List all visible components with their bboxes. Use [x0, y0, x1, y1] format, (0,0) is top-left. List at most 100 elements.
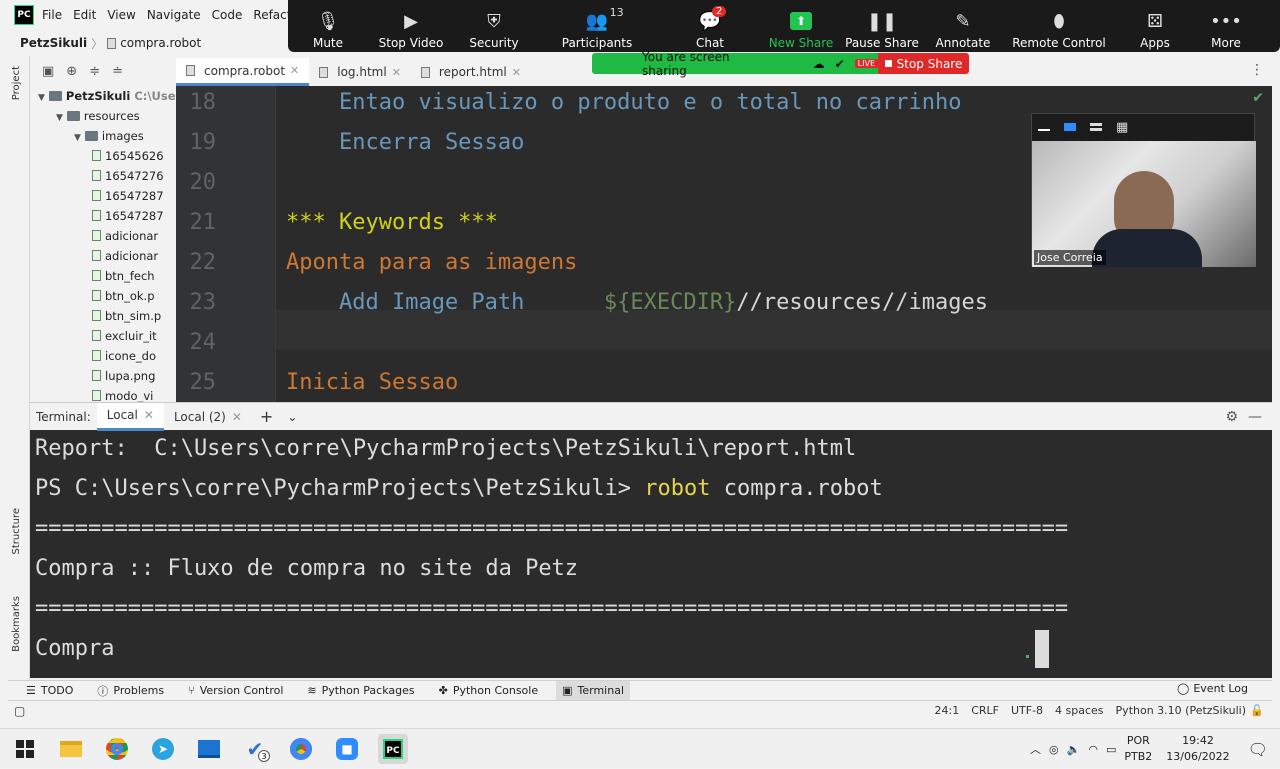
tree-file[interactable]: btn_sim.p: [30, 306, 176, 326]
tool-window-problems[interactable]: ⓘ Problems: [91, 681, 170, 701]
zoom-pause-share-button[interactable]: ❚❚ Pause Share: [842, 2, 922, 50]
tree-file[interactable]: excluir_it: [30, 326, 176, 346]
clock[interactable]: 19:42 13/06/2022: [1166, 733, 1229, 765]
tree-file[interactable]: adicionar: [30, 226, 176, 246]
tree-file[interactable]: 16547276: [30, 166, 176, 186]
status-indent[interactable]: 4 spaces: [1055, 704, 1104, 717]
participant-video[interactable]: ▦ Jose Correia: [1031, 113, 1256, 267]
status-line-separator[interactable]: CRLF: [971, 704, 999, 717]
structure-tool-tab[interactable]: Structure: [11, 508, 22, 555]
chevron-down-icon[interactable]: ▼: [56, 113, 63, 123]
tree-file[interactable]: adicionar: [30, 246, 176, 266]
chrome-profile-icon[interactable]: [286, 734, 316, 764]
menu-file[interactable]: File: [42, 8, 62, 22]
bookmarks-tool-tab[interactable]: Bookmarks: [11, 596, 22, 652]
zoom-more-button[interactable]: ••• More: [1196, 2, 1256, 50]
menu-edit[interactable]: Edit: [73, 8, 96, 22]
layout-icon[interactable]: ▢: [14, 704, 25, 718]
minimize-icon[interactable]: —: [1248, 409, 1262, 425]
tool-window-python-console[interactable]: ✤ Python Console: [433, 681, 545, 701]
status-encoding[interactable]: UTF-8: [1011, 704, 1043, 717]
windows-start-icon[interactable]: [10, 734, 40, 764]
tree-file[interactable]: btn_fech: [30, 266, 176, 286]
code-line: Aponta para as imagens: [286, 250, 577, 275]
expand-all-icon[interactable]: ≑: [89, 64, 100, 79]
battery-icon[interactable]: ▭: [1106, 743, 1116, 756]
file-explorer-icon[interactable]: [56, 734, 86, 764]
speaker-view-icon[interactable]: [1064, 123, 1076, 131]
telegram-icon[interactable]: ➤: [148, 734, 178, 764]
close-icon[interactable]: ✕: [290, 64, 299, 77]
status-position[interactable]: 24:1: [934, 704, 959, 717]
minimize-video-icon[interactable]: [1038, 129, 1050, 131]
event-log[interactable]: ◯ Event Log: [1177, 682, 1248, 695]
wifi-icon[interactable]: ◠: [1088, 743, 1098, 756]
more-vertical-icon[interactable]: ⋮: [1250, 62, 1264, 78]
breadcrumb-file[interactable]: compra.robot: [120, 36, 201, 50]
terminal-tab-local-2[interactable]: Local (2) ✕: [164, 403, 252, 431]
tool-window-version-control[interactable]: ⑂ Version Control: [182, 681, 289, 701]
project-tool-tab[interactable]: Project: [11, 66, 22, 100]
zoom-stop-video-button[interactable]: ▶ Stop Video: [368, 2, 454, 50]
chevron-down-icon[interactable]: ▼: [38, 93, 45, 103]
close-icon[interactable]: ✕: [392, 66, 401, 79]
zoom-mute-button[interactable]: 🎙 Mute: [288, 2, 368, 50]
tool-window-terminal[interactable]: ▣ Terminal: [556, 680, 631, 701]
zoom-new-share-button[interactable]: ⬆ New Share: [760, 2, 842, 50]
editor-tab[interactable]: log.html ✕: [309, 58, 411, 86]
tree-file[interactable]: 16547287: [30, 206, 176, 226]
zoom-apps-button[interactable]: ⚄ Apps: [1114, 2, 1196, 50]
strip-view-icon[interactable]: [1090, 123, 1102, 131]
remote-desktop-icon[interactable]: [194, 734, 224, 764]
speaker-icon[interactable]: 🔈: [1067, 743, 1081, 756]
terminal-tab-local[interactable]: Local ✕: [96, 402, 164, 431]
add-terminal-icon[interactable]: +: [260, 407, 273, 426]
tool-window-python-packages[interactable]: ≋ Python Packages: [301, 681, 420, 701]
project-view-icon[interactable]: ▣: [42, 64, 54, 79]
zoom-remote-control-button[interactable]: ⬮ Remote Control: [1004, 2, 1114, 50]
pycharm-taskbar-icon[interactable]: PC: [378, 733, 408, 764]
language-indicator[interactable]: POR PTB2: [1124, 733, 1152, 765]
zoom-annotate-button[interactable]: ✎ Annotate: [922, 2, 1004, 50]
tree-file[interactable]: lupa.png: [30, 366, 176, 386]
tree-file[interactable]: icone_do: [30, 346, 176, 366]
breadcrumb-project[interactable]: PetzSikuli: [20, 36, 87, 50]
menu-navigate[interactable]: Navigate: [147, 8, 201, 22]
close-icon[interactable]: ✕: [232, 410, 242, 424]
zoom-participants-button[interactable]: 👥 13 Participants: [534, 2, 660, 50]
close-icon[interactable]: ✕: [144, 408, 154, 422]
meet-now-icon[interactable]: ◎: [1049, 743, 1059, 756]
zoom-chat-button[interactable]: 💬 2 Chat: [660, 2, 760, 50]
live-badge[interactable]: LIVE: [854, 59, 878, 68]
tree-folder[interactable]: ▼ PetzSikuli C:\Users: [30, 86, 176, 106]
lock-icon[interactable]: 🔓: [1250, 704, 1264, 717]
tree-file[interactable]: 16547287: [30, 186, 176, 206]
notification-icon[interactable]: 🗨: [1248, 740, 1268, 759]
gear-icon[interactable]: ⚙: [1225, 409, 1238, 425]
stop-share-button[interactable]: Stop Share: [878, 53, 969, 74]
grid-view-icon[interactable]: ▦: [1116, 120, 1128, 135]
status-interpreter[interactable]: Python 3.10 (PetzSikuli): [1116, 704, 1246, 717]
collapse-all-icon[interactable]: ≐: [112, 64, 123, 79]
chevron-down-icon[interactable]: ▼: [74, 133, 81, 143]
tree-file[interactable]: btn_ok.p: [30, 286, 176, 306]
locate-icon[interactable]: ⊕: [66, 64, 77, 79]
menu-view[interactable]: View: [107, 8, 135, 22]
tool-window-todo[interactable]: ☰ TODO: [20, 681, 79, 701]
chrome-icon[interactable]: [102, 734, 132, 764]
tree-file[interactable]: modo_vi: [30, 386, 176, 402]
editor-tab[interactable]: compra.robot ✕: [176, 58, 310, 86]
zoom-security-button[interactable]: ⛨ Security: [454, 2, 534, 50]
todo-icon[interactable]: ✔ 3: [240, 734, 270, 764]
chevron-down-icon[interactable]: ⌄: [287, 410, 297, 424]
close-icon[interactable]: ✕: [512, 66, 521, 79]
tree-file[interactable]: 16545626: [30, 146, 176, 166]
tree-folder[interactable]: ▼ images: [30, 126, 176, 146]
chevron-up-icon[interactable]: ︿: [1030, 741, 1041, 757]
editor-tab[interactable]: report.html ✕: [411, 58, 531, 86]
file-icon: [319, 66, 329, 78]
tree-folder[interactable]: ▼ resources: [30, 106, 176, 126]
menu-code[interactable]: Code: [212, 8, 243, 22]
zoom-app-icon[interactable]: ■: [332, 734, 362, 764]
screen-sharing-indicator[interactable]: You are screen sharing ☁ ✔ LIVE: [592, 50, 878, 78]
